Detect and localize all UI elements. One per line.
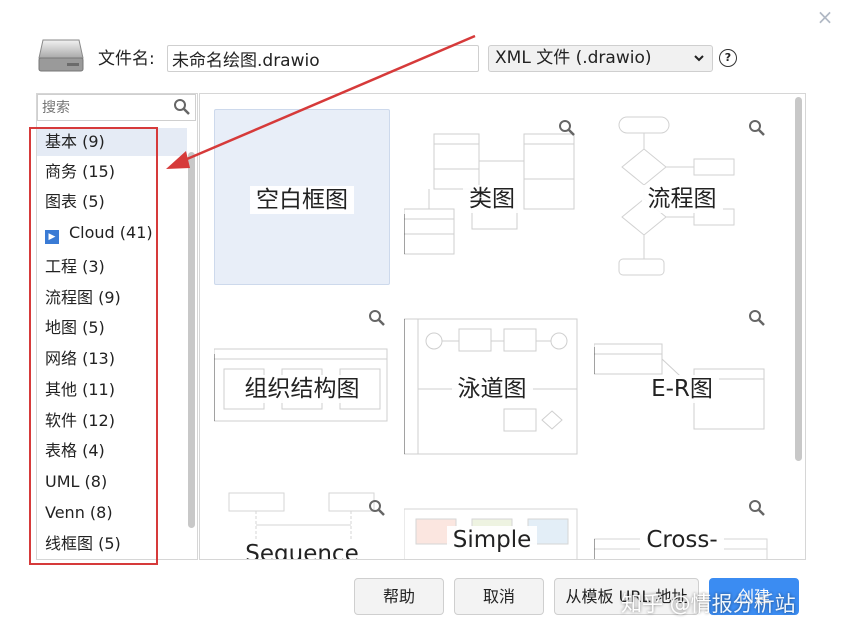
template-er-diagram[interactable]: E-R图: [594, 299, 770, 475]
category-cloud[interactable]: ▶ Cloud (41): [37, 219, 187, 247]
template-blank-label: 空白框图: [250, 186, 354, 214]
template-blank[interactable]: 空白框图: [214, 109, 390, 285]
zoom-icon[interactable]: [368, 499, 386, 521]
category-uml[interactable]: UML (8): [37, 468, 187, 496]
template-class-diagram[interactable]: 类图: [404, 109, 580, 285]
help-icon[interactable]: ?: [719, 49, 737, 67]
search-icon[interactable]: [173, 98, 191, 120]
category-network[interactable]: 网络 (13): [37, 345, 187, 373]
search-input[interactable]: [38, 95, 176, 120]
category-engineering[interactable]: 工程 (3): [37, 253, 187, 281]
disk-icon: [37, 36, 85, 74]
template-sequence-label: Sequence: [239, 540, 365, 559]
category-wireframes[interactable]: 线框图 (5): [37, 530, 187, 558]
template-swimlane[interactable]: 泳道图: [404, 299, 580, 475]
sidebar-scrollbar[interactable]: [188, 152, 195, 528]
close-icon[interactable]: ×: [814, 6, 836, 28]
category-software[interactable]: 软件 (12): [37, 407, 187, 435]
zoom-icon[interactable]: [368, 309, 386, 331]
template-org-chart[interactable]: 组织结构图: [214, 299, 390, 475]
filename-label: 文件名:: [98, 49, 155, 69]
category-other[interactable]: 其他 (11): [37, 376, 187, 404]
template-swimlane-label: 泳道图: [451, 375, 533, 403]
category-charts[interactable]: 图表 (5): [37, 188, 187, 216]
from-template-url-button[interactable]: 从模板 URL 地址: [554, 578, 699, 615]
template-grid: 空白框图 类图 流程图 组织结构图 泳道图 E-R图 Sequence Simp…: [199, 93, 806, 560]
format-select-value: XML 文件 (.drawio): [495, 48, 652, 68]
zoom-icon[interactable]: [558, 119, 576, 141]
category-business[interactable]: 商务 (15): [37, 158, 187, 186]
template-grid-scrollbar[interactable]: [795, 97, 802, 461]
category-maps[interactable]: 地图 (5): [37, 314, 187, 342]
expand-icon: ▶: [45, 230, 59, 244]
template-cross-functional[interactable]: Cross-: [594, 489, 770, 559]
template-simple-label: Simple: [446, 526, 538, 554]
zoom-icon[interactable]: [748, 119, 766, 141]
create-button[interactable]: 创建: [709, 578, 799, 615]
template-flowchart-label: 流程图: [641, 185, 723, 213]
format-select[interactable]: XML 文件 (.drawio): [488, 45, 713, 72]
category-cloud-label: Cloud (41): [69, 223, 153, 242]
zoom-icon[interactable]: [748, 309, 766, 331]
template-er-diagram-label: E-R图: [645, 375, 719, 403]
template-org-chart-label: 组织结构图: [238, 375, 366, 403]
category-tables[interactable]: 表格 (4): [37, 437, 187, 465]
zoom-icon[interactable]: [748, 499, 766, 521]
template-flowchart[interactable]: 流程图: [594, 109, 770, 285]
template-cross-functional-label: Cross-: [640, 526, 724, 554]
cancel-button[interactable]: 取消: [454, 578, 544, 615]
search-box: [37, 94, 196, 121]
template-class-diagram-label: 类图: [463, 185, 521, 213]
template-simple[interactable]: Simple: [404, 489, 580, 559]
filename-input[interactable]: [167, 45, 479, 72]
category-flowchart[interactable]: 流程图 (9): [37, 284, 187, 312]
template-sequence[interactable]: Sequence: [214, 489, 390, 559]
category-venn[interactable]: Venn (8): [37, 499, 187, 527]
help-button[interactable]: 帮助: [354, 578, 444, 615]
chevron-down-icon: [693, 46, 705, 80]
category-basic[interactable]: 基本 (9): [37, 128, 187, 156]
